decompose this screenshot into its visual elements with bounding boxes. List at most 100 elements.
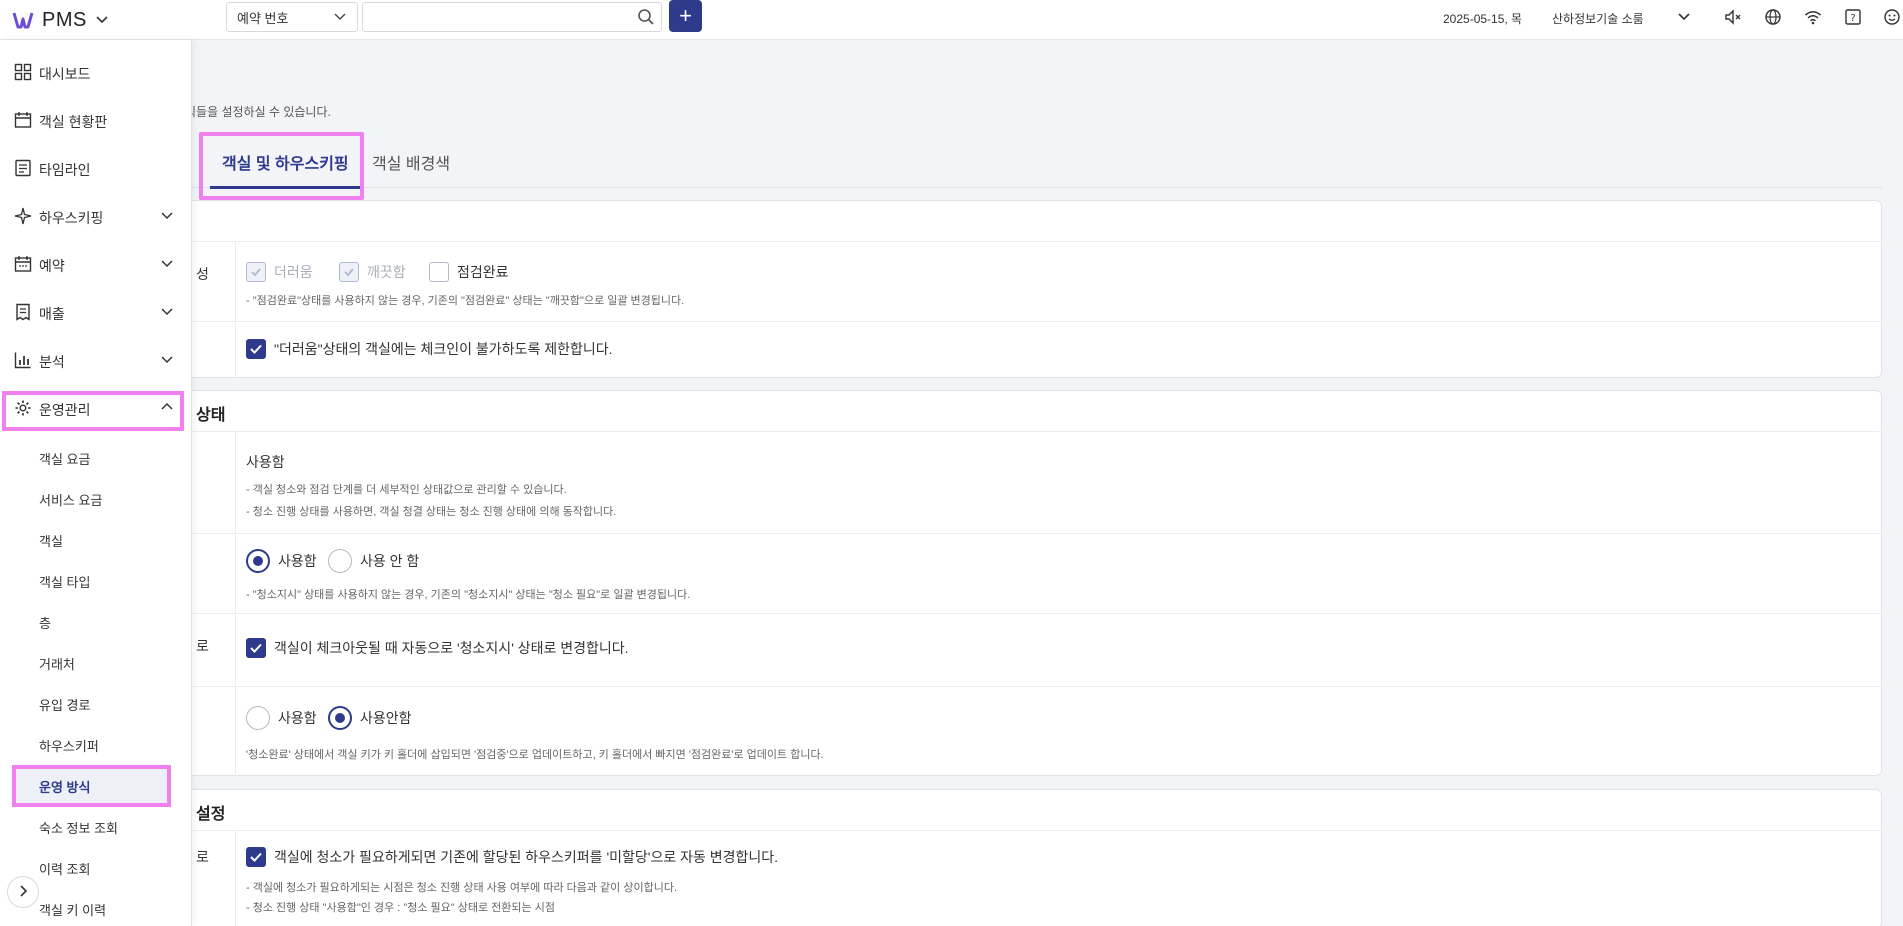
option-auto-unassign[interactable]: 객실에 청소가 필요하게되면 기존에 할당된 하우스키퍼를 '미할당'으로 자동… <box>246 847 778 867</box>
radio-use[interactable] <box>246 549 270 573</box>
highlight-box <box>2 391 184 431</box>
sidebar-subitem[interactable]: 하우스키퍼 <box>0 728 190 760</box>
chevron-down-icon[interactable] <box>1676 8 1692 27</box>
option-dirty: 더러움 <box>246 262 313 282</box>
store-name[interactable]: 산하정보기술 소룸 <box>1552 10 1644 27</box>
sidebar-toggle-button[interactable] <box>7 876 39 908</box>
sidebar-item-reservation[interactable]: 예약 <box>0 244 190 284</box>
room-status-row: 성 더러움 깨끗함 점검완료 - "점검완료"상태를 사용하지 않는 경우, 기… <box>186 241 1881 321</box>
chevron-down-icon <box>160 256 174 273</box>
row-label: 로 <box>196 638 209 654</box>
row-note: - "점검완료"상태를 사용하지 않는 경우, 기존의 "점검완료" 상태는 "… <box>246 295 685 307</box>
sidebar-item-label: 타임라인 <box>39 162 91 178</box>
radio-not-use[interactable] <box>328 549 352 573</box>
row-note: - 객실 청소와 점검 단계를 더 세부적인 상태값으로 관리할 수 있습니다. <box>246 484 567 496</box>
dirty-checkin-row: "더러움"상태의 객실에는 체크인이 불가하도록 제한합니다. <box>186 321 1881 378</box>
sidebar-item-label: 예약 <box>39 258 65 274</box>
sidebar-item-label: 대시보드 <box>39 66 91 82</box>
sidebar-subitem[interactable]: 층 <box>0 605 190 637</box>
radio-key-not-use[interactable] <box>328 706 352 730</box>
receipt-icon <box>14 303 32 321</box>
sidebar-subitem[interactable]: 거래처 <box>0 646 190 678</box>
sidebar-item-timeline[interactable]: 타임라인 <box>0 148 190 188</box>
brand[interactable]: PMS <box>12 5 109 35</box>
option-auto-cleaning-order[interactable]: 객실이 체크아웃될 때 자동으로 '청소지시' 상태로 변경합니다. <box>246 638 629 658</box>
checkbox-auto-unassign[interactable] <box>246 847 266 867</box>
checkbox-dirty <box>246 262 266 282</box>
auto-cleaning-order-row: 로 객실이 체크아웃될 때 자동으로 '청소지시' 상태로 변경합니다. <box>186 613 1881 686</box>
brand-name: PMS <box>42 8 87 31</box>
search-type-value: 예약 번호 <box>237 10 289 26</box>
sidebar-item-sales[interactable]: 매출 <box>0 292 190 332</box>
sidebar-subitem[interactable]: 객실 <box>0 523 190 555</box>
key-holder-row: 사용함 사용안함 '청소완료' 상태에서 객실 키가 키 홀더에 삽입되면 '점… <box>186 686 1881 776</box>
row-note: - 청소 진행 상태 "사용함"인 경우 : "청소 필요" 상태로 전환되는 … <box>246 902 555 914</box>
option-clean: 깨끗함 <box>339 262 406 282</box>
chevron-right-icon <box>16 884 30 901</box>
sparkle-icon <box>14 207 32 225</box>
checkbox-clean <box>339 262 359 282</box>
tab-bar: 객실 및 하우스키핑 객실 배경색 <box>192 130 1882 189</box>
help-icon[interactable]: ? <box>1843 7 1863 27</box>
cleaning-order-row: 사용함 사용 안 함 - "청소지시" 상태를 사용하지 않는 경우, 기존의 … <box>186 533 1881 613</box>
sidebar-item-room-board[interactable]: 객실 현황판 <box>0 100 190 140</box>
search-input[interactable] <box>363 3 623 31</box>
cleaning-status-card: 상태 사용함 - 객실 청소와 점검 단계를 더 세부적인 상태값으로 관리할 … <box>185 390 1882 776</box>
dashboard-icon <box>14 63 32 81</box>
radio-option-not-use[interactable]: 사용 안 함 <box>328 549 419 573</box>
chevron-down-icon <box>160 304 174 321</box>
row-note: - 청소 진행 상태를 사용하면, 객실 청결 상태는 청소 진행 상태에 의해… <box>246 506 617 518</box>
sidebar-subitem[interactable]: 객실 타입 <box>0 564 190 596</box>
highlight-box <box>12 765 171 807</box>
auto-unassign-row: 로 객실에 청소가 필요하게되면 기존에 할당된 하우스키퍼를 '미할당'으로 … <box>186 830 1881 926</box>
top-bar: PMS 예약 번호 + 2025-05-15, 목 산하정보기술 소룸 ? <box>0 0 1903 40</box>
sidebar-subitem[interactable]: 서비스 요금 <box>0 482 190 514</box>
wifi-icon[interactable] <box>1803 7 1823 27</box>
radio-key-use[interactable] <box>246 706 270 730</box>
mute-icon[interactable] <box>1723 7 1743 27</box>
checkbox-restrict-checkin[interactable] <box>246 339 266 359</box>
option-inspected[interactable]: 점검완료 <box>429 262 509 282</box>
search-type-select[interactable]: 예약 번호 <box>226 2 358 32</box>
timeline-icon <box>14 159 32 177</box>
current-date: 2025-05-15, 목 <box>1443 12 1523 26</box>
radio-option-use[interactable]: 사용함 <box>246 549 317 573</box>
row-note: - 객실에 청소가 필요하게되는 시점은 청소 진행 상태 사용 여부에 따라 … <box>246 882 678 894</box>
sidebar-subitem[interactable]: 객실 요금 <box>0 441 190 473</box>
sidebar-item-label: 하우스키핑 <box>39 210 104 226</box>
sidebar-item-label: 분석 <box>39 354 65 370</box>
chart-icon <box>14 351 32 369</box>
sidebar-subitem[interactable]: 유입 경로 <box>0 687 190 719</box>
search-icon[interactable] <box>637 8 655 29</box>
row-label: 성 <box>196 266 209 282</box>
sidebar-item-dashboard[interactable]: 대시보드 <box>0 52 190 92</box>
option-restrict-checkin[interactable]: "더러움"상태의 객실에는 체크인이 불가하도록 제한합니다. <box>246 339 613 359</box>
globe-icon[interactable] <box>1763 7 1783 27</box>
sidebar-item-label: 객실 현황판 <box>39 114 108 130</box>
radio-option-key-not-use[interactable]: 사용안함 <box>328 706 412 730</box>
radio-option-key-use[interactable]: 사용함 <box>246 706 317 730</box>
section-title: 상태 <box>196 407 226 424</box>
section-title: 설정 <box>196 806 226 823</box>
row-label: 로 <box>196 849 209 865</box>
sidebar-item-analytics[interactable]: 분석 <box>0 340 190 380</box>
add-button[interactable]: + <box>669 0 702 32</box>
search-box <box>362 2 662 32</box>
chevron-down-icon <box>333 9 347 26</box>
checkbox-auto-cleaning-order[interactable] <box>246 638 266 658</box>
logo-icon <box>12 10 34 30</box>
sidebar-item-housekeeping[interactable]: 하우스키핑 <box>0 196 190 236</box>
row-note: '청소완료' 상태에서 객실 키가 키 홀더에 삽입되면 '점검중'으로 업데이… <box>246 749 824 761</box>
cleaning-progress-row: 사용함 - 객실 청소와 점검 단계를 더 세부적인 상태값으로 관리할 수 있… <box>186 431 1881 533</box>
cleaning-progress-value: 사용함 <box>246 454 285 470</box>
chevron-down-icon[interactable] <box>95 12 109 29</box>
sidebar-subitem[interactable]: 숙소 정보 조회 <box>0 810 190 842</box>
room-status-card: 성 더러움 깨끗함 점검완료 - "점검완료"상태를 사용하지 않는 경우, 기… <box>185 200 1882 378</box>
reservation-icon <box>14 255 32 273</box>
sidebar-item-label: 매출 <box>39 306 65 322</box>
page-description: 직들을 설정하실 수 있습니다. <box>185 105 331 119</box>
checkbox-inspected[interactable] <box>429 262 449 282</box>
chevron-down-icon <box>160 352 174 369</box>
tab-room-background-color[interactable]: 객실 배경색 <box>372 150 450 174</box>
smile-icon[interactable] <box>1882 7 1902 27</box>
